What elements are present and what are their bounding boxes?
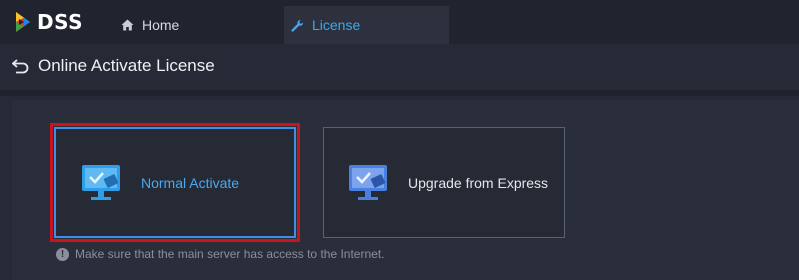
upgrade-from-express-label: Upgrade from Express <box>408 174 549 191</box>
tab-home-label: Home <box>142 17 180 33</box>
upgrade-from-express-button[interactable]: Upgrade from Express <box>323 127 565 238</box>
activation-panel: Normal Activate Upgrade from Express ! M… <box>12 100 799 280</box>
monitor-exp-icon <box>349 164 387 200</box>
normal-activate-button[interactable]: Normal Activate <box>50 123 300 242</box>
monitor-pro-icon <box>82 164 120 200</box>
warning-icon: ! <box>56 247 69 261</box>
tab-home[interactable]: Home <box>120 6 179 44</box>
notice-text: Make sure that the main server has acces… <box>75 247 385 261</box>
dss-logo-icon <box>16 12 30 32</box>
divider <box>0 90 799 96</box>
page-title: Online Activate License <box>38 56 215 75</box>
top-bar: DSS Home License <box>0 0 799 44</box>
tab-license-label: License <box>312 17 361 33</box>
logo-text: DSS <box>37 10 84 34</box>
back-icon[interactable] <box>11 58 30 74</box>
notice: ! Make sure that the main server has acc… <box>56 247 385 261</box>
home-icon <box>120 18 134 32</box>
normal-activate-label: Normal Activate <box>141 174 240 191</box>
wrench-icon <box>290 18 304 32</box>
tab-license[interactable]: License <box>284 6 449 44</box>
dss-logo[interactable]: DSS <box>12 9 83 35</box>
title-bar: Online Activate License <box>0 44 799 90</box>
